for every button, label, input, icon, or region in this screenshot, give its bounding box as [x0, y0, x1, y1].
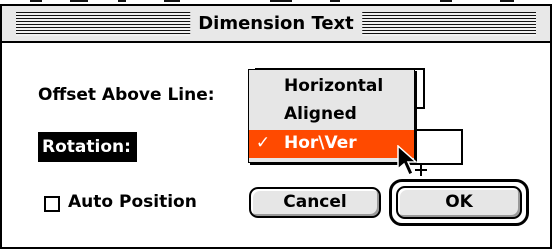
menu-item-label: Hor\Ver: [284, 133, 357, 153]
menu-item-hor-ver[interactable]: ✓ Hor\Ver: [249, 130, 414, 158]
menu-item-label: Horizontal: [284, 76, 384, 96]
title-bar[interactable]: Dimension Text: [2, 6, 550, 43]
screen: Dimension Text Offset Above Line: Rotati…: [0, 0, 552, 251]
dialog-title: Dimension Text: [190, 10, 362, 38]
cancel-button[interactable]: Cancel: [249, 187, 381, 218]
auto-position-checkbox[interactable]: [44, 196, 60, 212]
auto-position-label: Auto Position: [68, 192, 197, 212]
offset-above-line-label: Offset Above Line:: [38, 85, 215, 105]
rotation-popup-menu[interactable]: Horizontal Aligned ✓ Hor\Ver: [248, 69, 415, 163]
ok-button[interactable]: OK: [396, 186, 522, 219]
menu-item-aligned[interactable]: Aligned: [249, 101, 414, 128]
checkmark-icon: ✓: [255, 133, 271, 153]
arrow-cursor-icon: [397, 145, 427, 177]
rotation-label: Rotation:: [38, 132, 137, 162]
menu-item-label: Aligned: [284, 104, 357, 124]
menu-item-horizontal[interactable]: Horizontal: [249, 73, 414, 100]
